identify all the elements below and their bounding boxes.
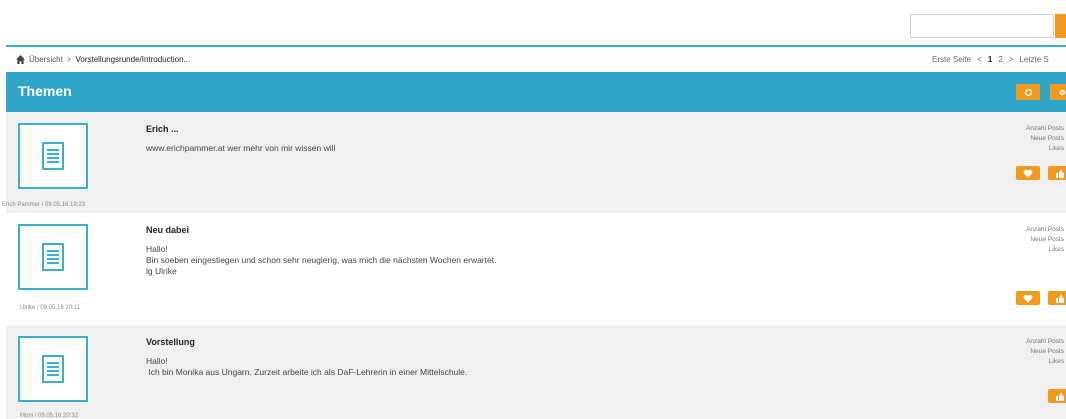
breadcrumb-home-link[interactable]: Übersicht: [29, 55, 63, 64]
stat-post-count-label: Anzahl Posts: [1026, 125, 1064, 132]
topic-stats: Anzahl Posts Neue Posts Likes: [1026, 337, 1064, 367]
pager-prev-link[interactable]: <: [977, 55, 982, 64]
top-divider: [6, 45, 1066, 47]
document-icon: [42, 142, 64, 170]
thumbs-up-icon: [1056, 169, 1064, 178]
search-button[interactable]: [1055, 14, 1066, 38]
topics-header: Themen: [6, 72, 1066, 112]
like-button[interactable]: [1048, 389, 1066, 403]
stat-new-posts-label: Neue Posts: [1030, 348, 1064, 355]
stat-post-count-label: Anzahl Posts: [1026, 226, 1064, 233]
thumbs-up-icon: [1056, 392, 1064, 401]
topic-row[interactable]: Erich Pammer / 09.05.16 19:23 Erich ... …: [2, 112, 1066, 213]
like-button[interactable]: [1048, 291, 1066, 305]
thumbs-up-icon: [1056, 294, 1064, 303]
stat-new-posts-label: Neue Posts: [1030, 236, 1064, 243]
heart-icon: [1023, 294, 1033, 302]
document-icon: [42, 355, 64, 383]
topic-thumbnail[interactable]: [18, 336, 88, 402]
breadcrumb-separator: >: [66, 55, 72, 64]
heart-icon: [1023, 169, 1033, 177]
topic-thumbnail[interactable]: [18, 224, 88, 290]
topic-stats: Anzahl Posts Neue Posts Likes: [1026, 124, 1064, 154]
topic-author-date: Erich Pammer / 09.05.16 19:23: [2, 202, 86, 208]
topic-title[interactable]: Erich ...: [146, 124, 179, 134]
topic-stats: Anzahl Posts Neue Posts Likes: [1026, 225, 1064, 255]
topic-thumbnail[interactable]: [18, 123, 88, 189]
top-bar: [0, 0, 1066, 46]
favorite-button[interactable]: [1016, 291, 1040, 305]
stat-likes-label: Likes: [1048, 246, 1064, 253]
pagination: Erste Seite < 1 2 > Letzte S: [932, 55, 1049, 64]
topic-row[interactable]: Ulrike / 09.05.16 20:11 Neu dabei Hallo!…: [6, 213, 1066, 325]
stat-post-count-label: Anzahl Posts: [1026, 338, 1064, 345]
search-input[interactable]: [910, 14, 1054, 38]
gear-icon: [1059, 89, 1065, 95]
breadcrumb: Übersicht > Vorstellungsrunde/Introducti…: [16, 55, 190, 64]
topics-title: Themen: [18, 83, 72, 99]
topic-author-date: Moni / 09.05.16 20:32: [20, 413, 79, 419]
refresh-button[interactable]: [1016, 84, 1040, 100]
topic-excerpt: www.erichpammer.at wer mehr von mir wiss…: [146, 143, 336, 153]
pager-next-link[interactable]: >: [1009, 55, 1014, 64]
document-icon: [42, 243, 64, 271]
topic-title[interactable]: Neu dabei: [146, 225, 189, 235]
breadcrumb-current[interactable]: Vorstellungsrunde/Introduction...: [75, 55, 190, 64]
topic-excerpt: Hallo! Bin soeben eingestiegen und schon…: [146, 244, 497, 276]
topic-excerpt: Hallo! Ich bin Monika aus Ungarn. Zurzei…: [146, 356, 468, 377]
pager-first-link[interactable]: Erste Seite: [932, 55, 971, 64]
refresh-icon: [1024, 88, 1032, 96]
pager-page-2[interactable]: 2: [998, 55, 1002, 64]
home-icon[interactable]: [16, 55, 25, 64]
like-button[interactable]: [1048, 166, 1066, 180]
stat-likes-label: Likes: [1048, 145, 1064, 152]
settings-button[interactable]: [1050, 84, 1066, 100]
stat-likes-label: Likes: [1048, 358, 1064, 365]
stat-new-posts-label: Neue Posts: [1030, 135, 1064, 142]
pager-last-link[interactable]: Letzte S: [1019, 55, 1048, 64]
topic-row[interactable]: Moni / 09.05.16 20:32 Vorstellung Hallo!…: [6, 325, 1066, 419]
topic-author-date: Ulrike / 09.05.16 20:11: [20, 305, 80, 311]
favorite-button[interactable]: [1016, 166, 1040, 180]
topic-title[interactable]: Vorstellung: [146, 337, 195, 347]
pager-page-1[interactable]: 1: [988, 55, 992, 64]
